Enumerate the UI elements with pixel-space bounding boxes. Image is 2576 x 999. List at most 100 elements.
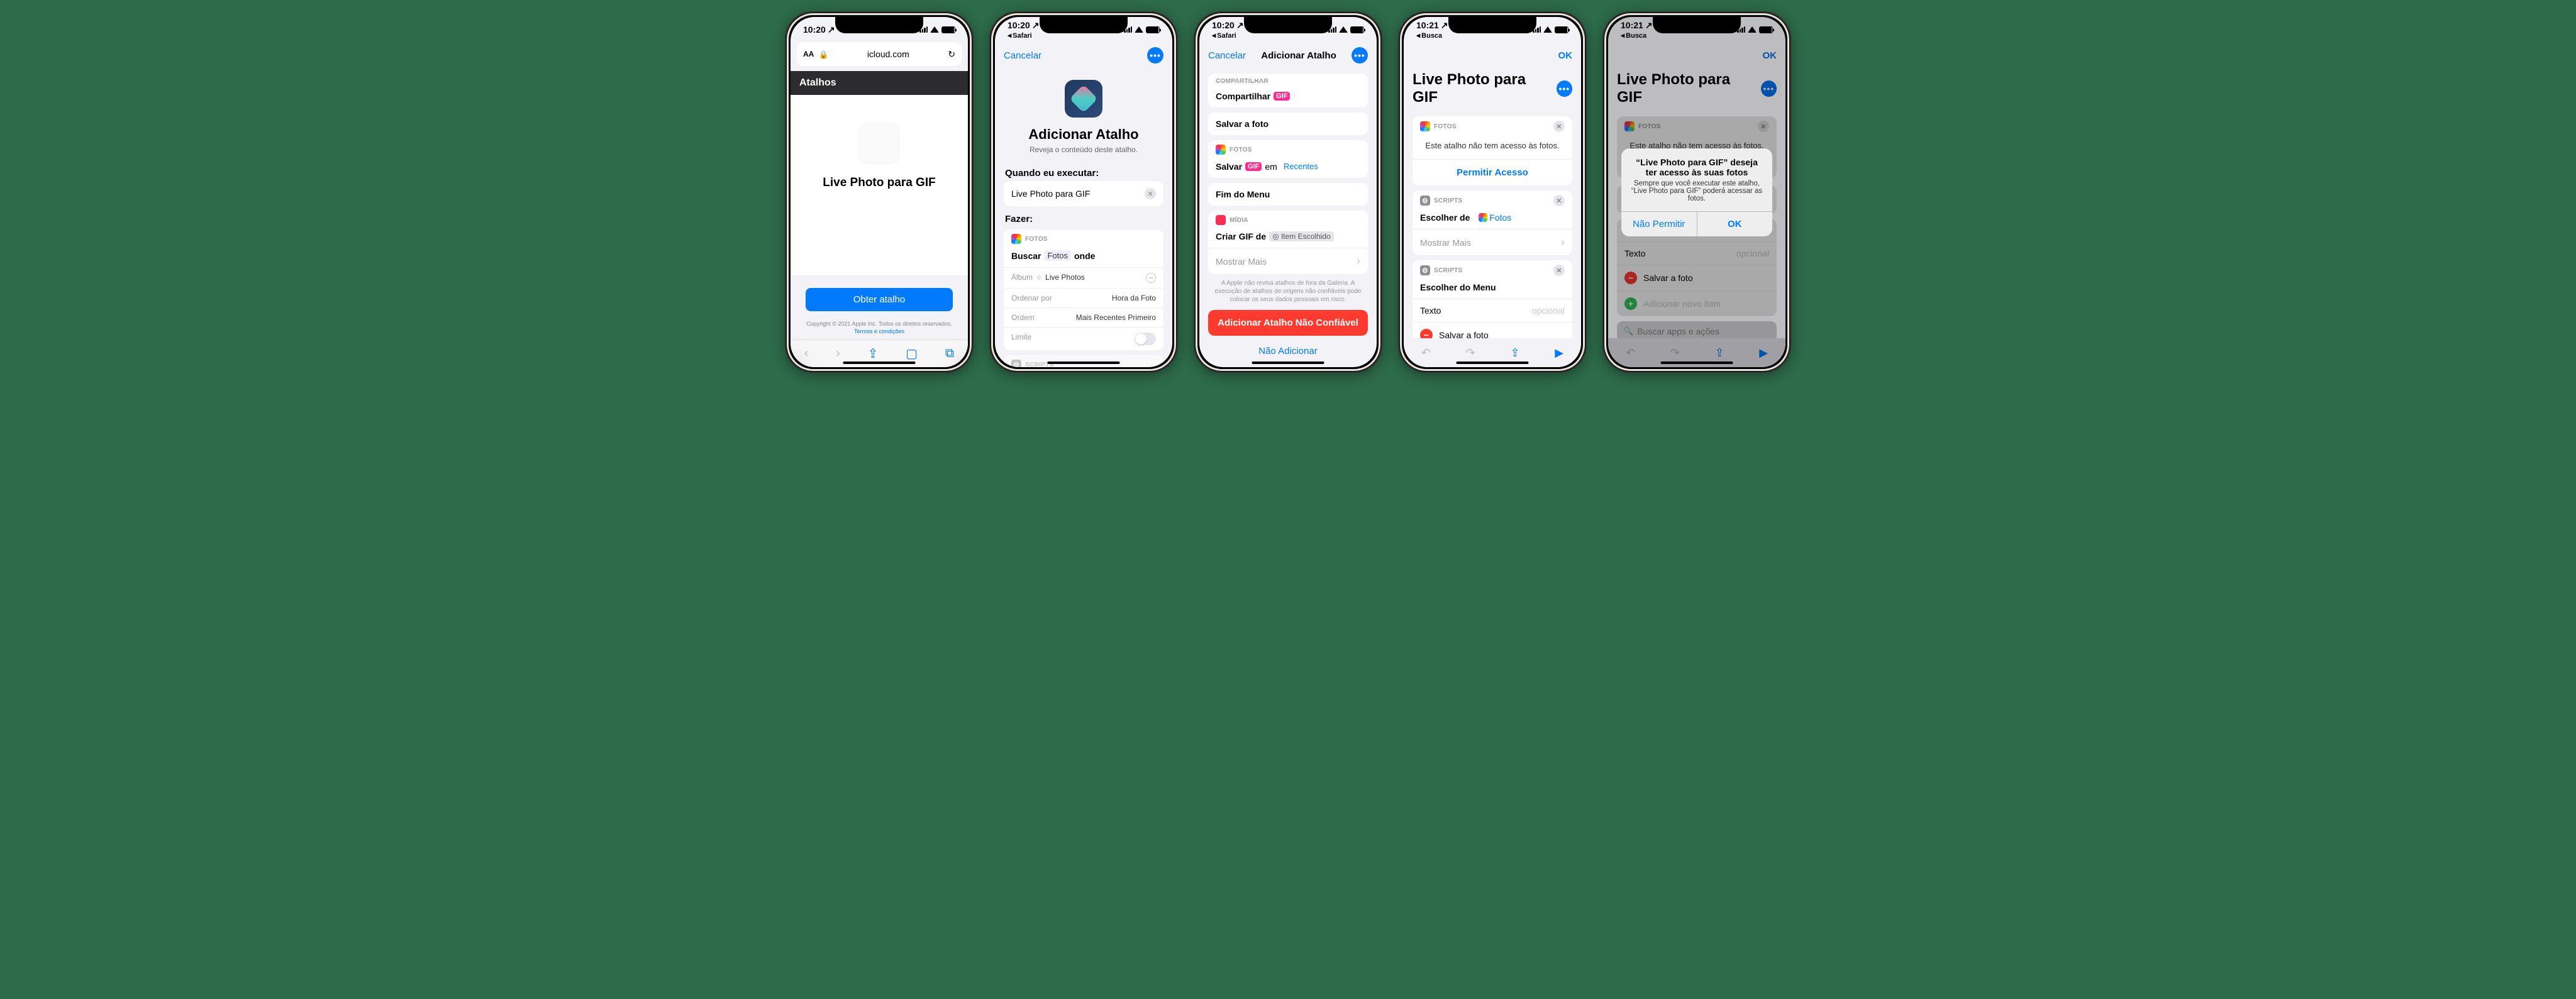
chosen-item-token[interactable]: ◎ Item Escolhido [1269, 231, 1334, 241]
phone-5: 10:21↗ Busca OK Live Photo para GIF FOTO… [1602, 11, 1791, 373]
nav-bar: Cancelar Adicionar Atalho [1199, 42, 1377, 69]
show-more[interactable]: Mostrar Mais [1413, 229, 1572, 255]
page-subtitle: Reveja o conteúdo deste atalho. [1016, 145, 1151, 154]
menu-text-field[interactable]: Textoopcional [1413, 299, 1572, 322]
share-icon[interactable]: ⇪ [868, 346, 879, 362]
photos-access-card: FOTOS Este atalho não tem acesso às foto… [1413, 116, 1572, 185]
get-shortcut-button[interactable]: Obter atalho [806, 288, 953, 311]
action-save-photo: FOTOS Salvar GIF em Recentes [1208, 140, 1368, 178]
clear-icon[interactable] [1145, 188, 1156, 199]
photos-token[interactable]: Fotos [1489, 212, 1511, 223]
menu-end: Fim do Menu [1208, 183, 1368, 206]
media-icon [1216, 215, 1226, 225]
wifi-icon [1543, 26, 1552, 33]
back-icon: ‹ [804, 346, 809, 361]
location-icon: ↗ [1236, 20, 1244, 31]
remove-action-icon[interactable] [1553, 195, 1565, 206]
add-untrusted-button[interactable]: Adicionar Atalho Não Confiável [1208, 310, 1368, 336]
ok-button[interactable]: OK [1558, 50, 1573, 61]
gif-token[interactable]: GIF [1274, 92, 1290, 101]
more-button[interactable] [1557, 80, 1572, 97]
battery-icon [941, 26, 955, 33]
cancel-button[interactable]: Cancelar [1208, 50, 1246, 61]
shortcuts-app-icon [1065, 80, 1102, 118]
nav-bar: Cancelar [995, 42, 1172, 69]
scripts-icon [1011, 360, 1021, 367]
limit[interactable]: Limite [1004, 327, 1163, 350]
battery-icon [1555, 26, 1568, 33]
forward-icon: › [836, 346, 840, 361]
back-to-safari[interactable]: Safari [1008, 32, 1032, 40]
action-make-gif: MÍDIA Criar GIF de ◎ Item Escolhido Most… [1208, 211, 1368, 274]
cancel-button[interactable]: Cancelar [1004, 50, 1041, 61]
photos-icon [1011, 234, 1021, 244]
phone-2: 10:20↗ Safari Cancelar Adicionar Atalho … [989, 11, 1178, 373]
reader-button[interactable]: AA [803, 50, 814, 58]
shortcut-title: Live Photo para GIF [823, 176, 935, 190]
sort-by[interactable]: Ordenar porHora da Foto [1004, 288, 1163, 307]
back-to-safari[interactable]: Safari [1212, 32, 1236, 40]
reload-icon[interactable]: ↻ [948, 49, 955, 60]
alert-allow-button[interactable]: OK [1697, 212, 1773, 236]
terms-link[interactable]: Termos e condições [854, 328, 904, 334]
recents-token[interactable]: Recentes [1280, 161, 1321, 172]
filter-album[interactable]: Álbum é Live Photos − [1004, 267, 1163, 288]
warning-text: A Apple não revisa atalhos de fora da Ga… [1208, 279, 1368, 304]
photos-icon [1420, 121, 1430, 131]
scripts-icon [1420, 196, 1430, 206]
action-choose-from: SCRIPTS Escolher de Fotos Mostrar Mais [1413, 190, 1572, 255]
phone-3: 10:20↗ Safari Cancelar Adicionar Atalho … [1194, 11, 1382, 373]
action-share: COMPARTILHAR CompartilharGIF [1208, 74, 1368, 108]
url-domain: icloud.com [833, 49, 943, 59]
back-to-search[interactable]: Busca [1416, 32, 1442, 40]
action-find-photos: FOTOS Buscar Fotos onde Álbum é Live Pho… [1004, 229, 1163, 350]
page-title: Live Photo para GIF [1413, 71, 1552, 106]
wifi-icon [1135, 26, 1143, 33]
lock-icon [819, 49, 828, 59]
scripts-icon [1420, 265, 1430, 275]
shortcut-tile [860, 123, 899, 162]
alert-backdrop: “Live Photo para GIF” deseja ter acesso … [1608, 17, 1785, 367]
no-access-text: Este atalho não tem acesso às fotos. [1413, 132, 1572, 159]
alert-body: Sempre que você executar este atalho, “L… [1621, 180, 1772, 211]
alert-deny-button[interactable]: Não Permitir [1621, 212, 1697, 236]
status-time: 10:20 [803, 25, 826, 35]
url-bar[interactable]: AA icloud.com ↻ [797, 42, 962, 66]
order[interactable]: OrdemMais Recentes Primeiro [1004, 307, 1163, 327]
show-more[interactable]: Mostrar Mais [1208, 248, 1368, 274]
redo-icon: ↷ [1466, 346, 1475, 360]
photos-icon [1216, 145, 1226, 155]
undo-icon: ↶ [1421, 346, 1431, 360]
tabs-icon[interactable]: ⧉ [945, 346, 954, 361]
battery-icon [1146, 26, 1160, 33]
permission-alert: “Live Photo para GIF” deseja ter acesso … [1621, 148, 1772, 236]
phone-1: 10:20↗ AA icloud.com ↻ Atalhos Live Phot… [785, 11, 974, 373]
dont-add-button[interactable]: Não Adicionar [1208, 339, 1368, 363]
more-button[interactable] [1352, 47, 1368, 63]
wifi-icon [930, 26, 939, 33]
more-button[interactable] [1147, 47, 1163, 63]
shortcut-name-field[interactable]: Live Photo para GIF [1004, 181, 1163, 206]
nav-title: Adicionar Atalho [1261, 50, 1336, 61]
remove-action-icon[interactable] [1553, 121, 1565, 132]
allow-access-button[interactable]: Permitir Acesso [1413, 159, 1572, 185]
share-icon[interactable]: ⇪ [1510, 346, 1519, 360]
photos-icon [1479, 213, 1487, 222]
menu-item-save: Salvar a foto [1208, 113, 1368, 135]
gif-token[interactable]: GIF [1245, 162, 1262, 171]
location-icon: ↗ [828, 25, 835, 35]
section-do: Fazer: [1005, 214, 1162, 224]
copyright: Copyright © 2021 Apple Inc. Todos os dir… [806, 320, 953, 336]
phone-4: 10:21↗ Busca OK Live Photo para GIF FOTO… [1398, 11, 1587, 373]
play-icon[interactable]: ▶ [1555, 346, 1563, 360]
section-when: Quando eu executar: [1005, 168, 1162, 179]
nav-bar: OK [1404, 42, 1581, 69]
page-title: Adicionar Atalho [1016, 126, 1151, 143]
bookmarks-icon[interactable]: ▢ [906, 346, 918, 362]
location-icon: ↗ [1032, 20, 1040, 31]
photos-token[interactable]: Fotos [1044, 250, 1071, 261]
location-icon: ↗ [1441, 20, 1448, 31]
wifi-icon [1339, 26, 1348, 33]
remove-action-icon[interactable] [1553, 265, 1565, 276]
alert-title: “Live Photo para GIF” deseja ter acesso … [1621, 148, 1772, 180]
